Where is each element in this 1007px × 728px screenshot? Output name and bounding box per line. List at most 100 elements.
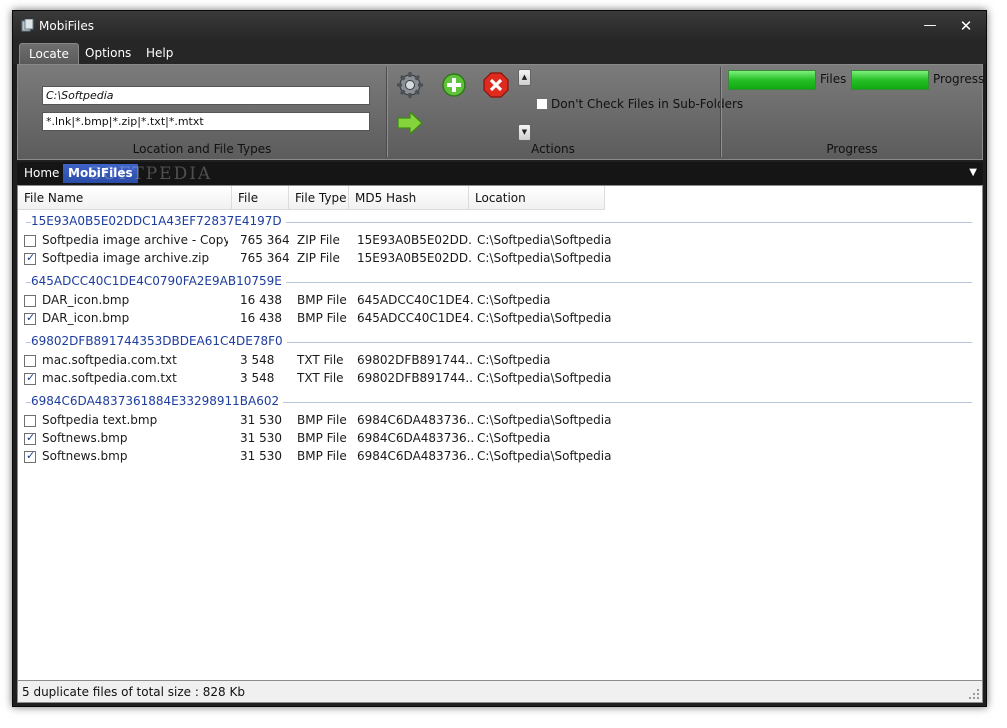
app-logo-icon <box>21 19 34 32</box>
scroll-down-button[interactable]: ▼ <box>518 124 531 141</box>
file-size-cell: 3 548 <box>240 353 275 367</box>
file-type-cell: TXT File <box>297 371 344 385</box>
column-header-file-type[interactable]: File Type <box>289 186 349 210</box>
file-size-cell: 31 530 <box>240 413 282 427</box>
file-row[interactable]: Softnews.bmp 31 530 BMP File 6984C6DA483736… <box>18 430 964 448</box>
settings-gear-icon[interactable] <box>396 71 424 99</box>
file-select-checkbox[interactable] <box>24 295 36 307</box>
subfolders-checkbox[interactable] <box>536 98 548 110</box>
file-name-cell: Softpedia text.bmp <box>42 413 158 427</box>
file-type-cell: BMP File <box>297 413 347 427</box>
status-summary: 5 duplicate files of total size : 828 Kb <box>22 685 245 699</box>
file-name-cell: mac.softpedia.com.txt <box>42 353 177 367</box>
md5-hash-cell: 645ADCC40C1DE4... <box>357 311 473 325</box>
file-select-checkbox[interactable] <box>24 235 36 247</box>
file-row[interactable]: Softpedia image archive.zip 765 364 ZIP Fi… <box>18 250 964 268</box>
location-cell: C:\Softpedia <box>477 431 551 445</box>
file-row[interactable]: DAR_icon.bmp 16 438 BMP File 645ADCC40C1DE4… <box>18 310 964 328</box>
duplicate-file-list[interactable]: File Name File Siz... File Type MD5 Hash… <box>17 185 983 681</box>
file-row[interactable]: Softpedia text.bmp 31 530 BMP File 6984C6DA… <box>18 412 964 430</box>
app-window: MobiFiles — ✕ Locate Options Help C:\Sof… <box>12 10 987 707</box>
ribbon-panel: C:\Softpedia *.lnk|*.bmp|*.zip|*.txt|*.m… <box>17 64 985 160</box>
location-cell: C:\Softpedia\Softpedia <box>477 233 612 247</box>
column-header-file-name[interactable]: File Name <box>18 186 232 210</box>
hash-group-header[interactable]: 15E93A0B5E02DDC1A43EF72837E4197D <box>26 212 972 232</box>
file-name-cell: DAR_icon.bmp <box>42 293 130 307</box>
file-select-checkbox[interactable] <box>24 415 36 427</box>
add-icon[interactable] <box>440 71 468 99</box>
file-size-cell: 765 364 <box>240 251 290 265</box>
md5-hash-cell: 6984C6DA483736... <box>357 449 473 463</box>
file-select-checkbox[interactable] <box>24 355 36 367</box>
file-type-cell: ZIP File <box>297 233 340 247</box>
file-type-cell: BMP File <box>297 311 347 325</box>
file-select-checkbox[interactable] <box>24 449 36 463</box>
file-select-checkbox[interactable] <box>24 431 36 445</box>
file-name-cell: mac.softpedia.com.txt <box>42 371 177 385</box>
minimize-button[interactable]: — <box>917 17 943 35</box>
file-type-cell: BMP File <box>297 293 347 307</box>
md5-hash-cell: 6984C6DA483736... <box>357 413 473 427</box>
title-bar[interactable]: MobiFiles — ✕ <box>13 11 986 41</box>
scroll-up-button[interactable]: ▲ <box>518 69 531 86</box>
window-title: MobiFiles <box>39 19 94 33</box>
file-name-cell: Softpedia image archive - Copy.zip <box>42 233 228 247</box>
file-row[interactable]: Softpedia image archive - Copy.zip 765 36… <box>18 232 964 250</box>
file-row[interactable]: mac.softpedia.com.txt 3 548 TXT File 69802D… <box>18 352 964 370</box>
tab-list-dropdown-icon[interactable]: ▼ <box>969 167 977 178</box>
group-hash-title: 645ADCC40C1DE4C0790FA2E9AB10759E <box>31 274 286 288</box>
file-name-cell: DAR_icon.bmp <box>42 311 130 325</box>
location-cell: C:\Softpedia\Softpedia <box>477 449 612 463</box>
md5-hash-cell: 69802DFB891744... <box>357 371 473 385</box>
document-tabs: Home MobiFiles SOFTPEDIA ▼ <box>17 162 983 185</box>
group-hash-title: 15E93A0B5E02DDC1A43EF72837E4197D <box>31 214 286 228</box>
resize-grip-icon[interactable] <box>969 689 979 699</box>
progress-group-label: Progress <box>826 142 878 156</box>
column-header-file-size[interactable]: File Siz... <box>232 186 289 229</box>
menu-help[interactable]: Help <box>137 43 182 64</box>
location-cell: C:\Softpedia <box>477 293 551 307</box>
hash-group-header[interactable]: 6984C6DA4837361884E33298911BA602 <box>26 392 972 412</box>
file-select-checkbox[interactable] <box>24 371 36 385</box>
remove-icon[interactable] <box>482 71 510 99</box>
file-select-checkbox[interactable] <box>24 251 36 265</box>
file-row[interactable]: Softnews.bmp 31 530 BMP File 6984C6DA483736… <box>18 448 964 466</box>
file-type-cell: BMP File <box>297 431 347 445</box>
group-hash-title: 6984C6DA4837361884E33298911BA602 <box>31 394 284 408</box>
subfolders-label: Don't Check Files in Sub-Folders <box>551 97 744 111</box>
file-types-input[interactable]: *.lnk|*.bmp|*.zip|*.txt|*.mtxt <box>42 112 370 131</box>
file-size-cell: 31 530 <box>240 449 282 463</box>
subfolders-option[interactable]: Don't Check Files in Sub-Folders <box>536 97 743 111</box>
progress-label: Progress <box>933 72 985 86</box>
close-button[interactable]: ✕ <box>953 17 979 35</box>
column-header-location[interactable]: Location <box>469 186 605 210</box>
file-name-cell: Softnews.bmp <box>42 449 128 463</box>
md5-hash-cell: 6984C6DA483736... <box>357 431 473 445</box>
hash-group-header[interactable]: 69802DFB891744353DBDEA61C4DE78F0 <box>26 332 972 352</box>
files-progress-bar <box>728 70 816 90</box>
file-size-cell: 3 548 <box>240 371 275 385</box>
hash-group-header[interactable]: 645ADCC40C1DE4C0790FA2E9AB10759E <box>26 272 972 292</box>
tab-home[interactable]: Home <box>19 164 64 183</box>
files-label: Files <box>820 72 847 86</box>
md5-hash-cell: 15E93A0B5E02DD... <box>357 251 473 265</box>
file-row[interactable]: DAR_icon.bmp 16 438 BMP File 645ADCC40C1DE4… <box>18 292 964 310</box>
menu-bar: Locate Options Help <box>13 41 986 64</box>
file-select-checkbox[interactable] <box>24 311 36 325</box>
file-name-cell: Softnews.bmp <box>42 431 128 445</box>
md5-hash-cell: 645ADCC40C1DE4... <box>357 293 473 307</box>
md5-hash-cell: 15E93A0B5E02DD... <box>357 233 473 247</box>
start-arrow-icon[interactable] <box>396 109 424 137</box>
location-cell: C:\Softpedia\Softpedia <box>477 251 612 265</box>
location-cell: C:\Softpedia\Softpedia <box>477 311 612 325</box>
overall-progress-bar <box>851 70 929 90</box>
file-size-cell: 16 438 <box>240 293 282 307</box>
menu-options[interactable]: Options <box>76 43 140 64</box>
menu-locate[interactable]: Locate <box>19 43 79 64</box>
path-input[interactable]: C:\Softpedia <box>42 86 370 105</box>
file-type-cell: TXT File <box>297 353 344 367</box>
file-row[interactable]: mac.softpedia.com.txt 3 548 TXT File 69802D… <box>18 370 964 388</box>
column-header-md5-hash[interactable]: MD5 Hash <box>349 186 469 210</box>
location-group-label: Location and File Types <box>132 142 272 156</box>
file-type-cell: BMP File <box>297 449 347 463</box>
